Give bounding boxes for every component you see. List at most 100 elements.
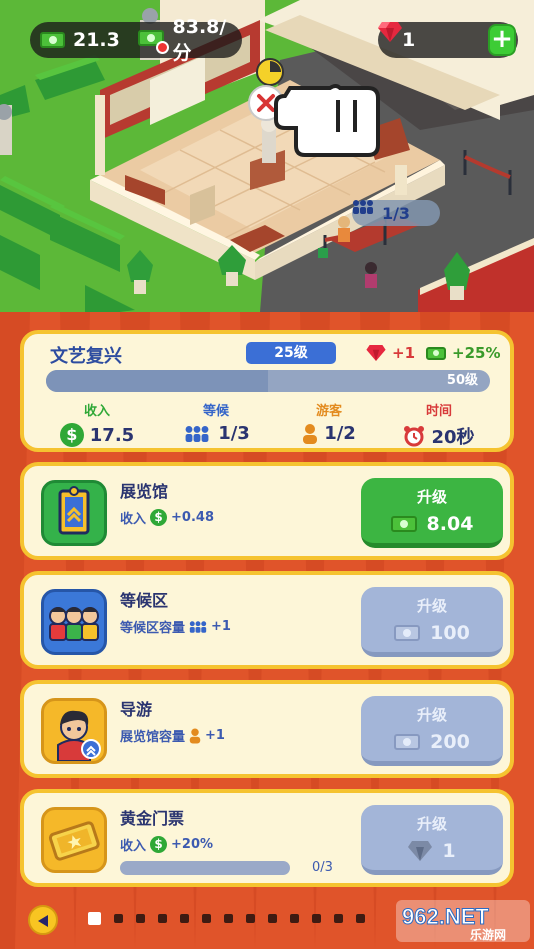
stat-income-label: 收入 — [83, 404, 110, 419]
upgrade-effect: 收入 $ +0.48 — [120, 508, 214, 527]
stat-waiting-label: 等候 — [202, 404, 229, 419]
upgrade-cost-value: 1 — [442, 840, 456, 862]
page-dot[interactable] — [312, 914, 321, 923]
people-icon — [353, 200, 373, 214]
person-icon — [189, 728, 201, 743]
cash-icon — [394, 734, 421, 750]
museum-scene[interactable]: 21.3 83.8/分 1 + 1/3 — [0, 0, 534, 312]
gem-value: 1 — [402, 29, 416, 51]
previous-exhibit-button[interactable] — [28, 905, 58, 935]
stat-time-value: 20秒 — [431, 427, 475, 448]
upgrade-cost: 1 — [361, 840, 503, 862]
page-dot[interactable] — [268, 914, 277, 923]
money-counter: 21.3 83.8/分 — [30, 16, 242, 64]
upgrade-effect: 等候区容量 +1 — [120, 617, 231, 636]
ticket-progress-bar — [120, 861, 290, 875]
stat-visitors: 游客 1/2 — [274, 400, 384, 444]
upgrade-cost: 8.04 — [361, 513, 503, 535]
milestone-gem-reward: +1 — [366, 344, 415, 362]
waiting-visitors-value: 1/3 — [381, 203, 411, 223]
dollar-icon: $ — [59, 423, 84, 447]
upgrade-cost-value: 100 — [430, 622, 470, 644]
page-dot[interactable] — [180, 914, 189, 923]
upgrade-cost-value: 200 — [430, 731, 470, 753]
upgrade-button-label: 升级 — [416, 488, 447, 506]
level-progress-bar: 50级 — [46, 370, 490, 392]
upgrade-title: 导游 — [120, 700, 153, 719]
upgrade-card-gallery: 展览馆 收入 $ +0.48 升级 8.04 — [20, 462, 514, 560]
page-dot[interactable] — [334, 914, 343, 923]
upgrade-card-golden-ticket: 黄金门票 收入 $ +20% 0/3 升级 1 — [20, 789, 514, 887]
game-screen: 21.3 83.8/分 1 + 1/3 文艺复兴 25级 +1 +25% 50级… — [0, 0, 534, 949]
ticket-progress-label: 0/3 — [312, 860, 333, 875]
cash-icon — [394, 625, 421, 641]
watermark-logo: 962.NET 乐游网 — [396, 900, 530, 942]
upgrade-title: 等候区 — [120, 591, 169, 610]
dollar-icon: $ — [150, 509, 168, 526]
stat-visitors-value: 1/2 — [324, 423, 356, 444]
level-progress-target: 50级 — [446, 373, 478, 388]
income-rate-value: 83.8/分 — [172, 15, 227, 64]
upgrade-card-waiting-area: 等候区 等候区容量 +1 升级 100 — [20, 571, 514, 669]
stat-time-label: 时间 — [425, 404, 452, 419]
golden-ticket-icon — [41, 807, 107, 873]
stat-income-value: 17.5 — [89, 424, 135, 446]
cash-icon — [390, 516, 417, 532]
level-progress-fill — [46, 370, 268, 392]
upgrade-effect-value: +1 — [211, 619, 231, 634]
income-rate-icon — [137, 30, 169, 54]
exhibit-pager — [88, 912, 365, 925]
diamond-icon — [408, 841, 433, 861]
page-dot[interactable] — [114, 914, 123, 923]
page-dot[interactable] — [136, 914, 145, 923]
person-icon — [303, 423, 318, 444]
upgrade-effect: 收入 $ +20% — [120, 835, 213, 854]
people-icon — [189, 620, 207, 633]
upgrade-effect-value: +20% — [171, 837, 214, 852]
gem-icon — [366, 345, 386, 361]
milestone-income-value: +25% — [452, 344, 501, 362]
upgrade-effect-label: 收入 — [120, 839, 147, 854]
upgrade-cost: 200 — [361, 731, 503, 753]
upgrade-waiting-area-button[interactable]: 升级 100 — [361, 587, 503, 657]
page-dot[interactable] — [246, 914, 255, 923]
page-dot[interactable] — [290, 914, 299, 923]
exhibit-name: 文艺复兴 — [50, 346, 122, 367]
page-dot[interactable] — [202, 914, 211, 923]
page-dot-active[interactable] — [88, 912, 101, 925]
upgrade-effect-label: 等候区容量 — [120, 621, 186, 636]
waiting-visitors-badge: 1/3 — [352, 200, 440, 226]
stat-income: 收入 $ 17.5 — [42, 400, 152, 447]
stat-visitors-label: 游客 — [315, 404, 342, 419]
upgrade-effect-label: 展览馆容量 — [120, 730, 186, 745]
page-dot[interactable] — [224, 914, 233, 923]
stat-time: 时间 20秒 — [384, 400, 494, 449]
upgrade-gallery-button[interactable]: 升级 8.04 — [361, 478, 503, 548]
upgrade-cost-value: 8.04 — [426, 513, 474, 535]
upgrade-guide-button[interactable]: 升级 200 — [361, 696, 503, 766]
exhibit-level-badge: 25级 — [246, 342, 336, 364]
page-dot[interactable] — [158, 914, 167, 923]
exhibit-stats-card: 文艺复兴 25级 +1 +25% 50级 收入 $ 17.5 等候 1/3 游客… — [20, 330, 514, 452]
upgrade-button-label: 升级 — [416, 706, 447, 724]
upgrade-title: 展览馆 — [120, 482, 169, 501]
upgrade-title: 黄金门票 — [120, 809, 185, 828]
upgrade-effect: 展览馆容量 +1 — [120, 726, 225, 745]
svg-text:乐游网: 乐游网 — [470, 927, 506, 942]
people-icon — [185, 425, 209, 442]
waiting-people-icon — [41, 589, 107, 655]
upgrade-button-label: 升级 — [416, 597, 447, 615]
guide-icon — [41, 698, 107, 764]
upgrade-golden-ticket-button[interactable]: 升级 1 — [361, 805, 503, 875]
buy-gems-button[interactable]: + — [488, 24, 516, 56]
alarm-clock-icon — [404, 426, 425, 447]
upgrade-cost: 100 — [361, 622, 503, 644]
stat-waiting-value: 1/3 — [218, 423, 250, 444]
page-dot[interactable] — [356, 914, 365, 923]
cash-icon — [426, 346, 446, 360]
milestone-gem-value: +1 — [392, 344, 416, 362]
cash-icon — [40, 32, 65, 48]
dollar-icon: $ — [150, 836, 168, 853]
gallery-icon — [41, 480, 107, 546]
upgrade-button-label: 升级 — [416, 815, 447, 833]
